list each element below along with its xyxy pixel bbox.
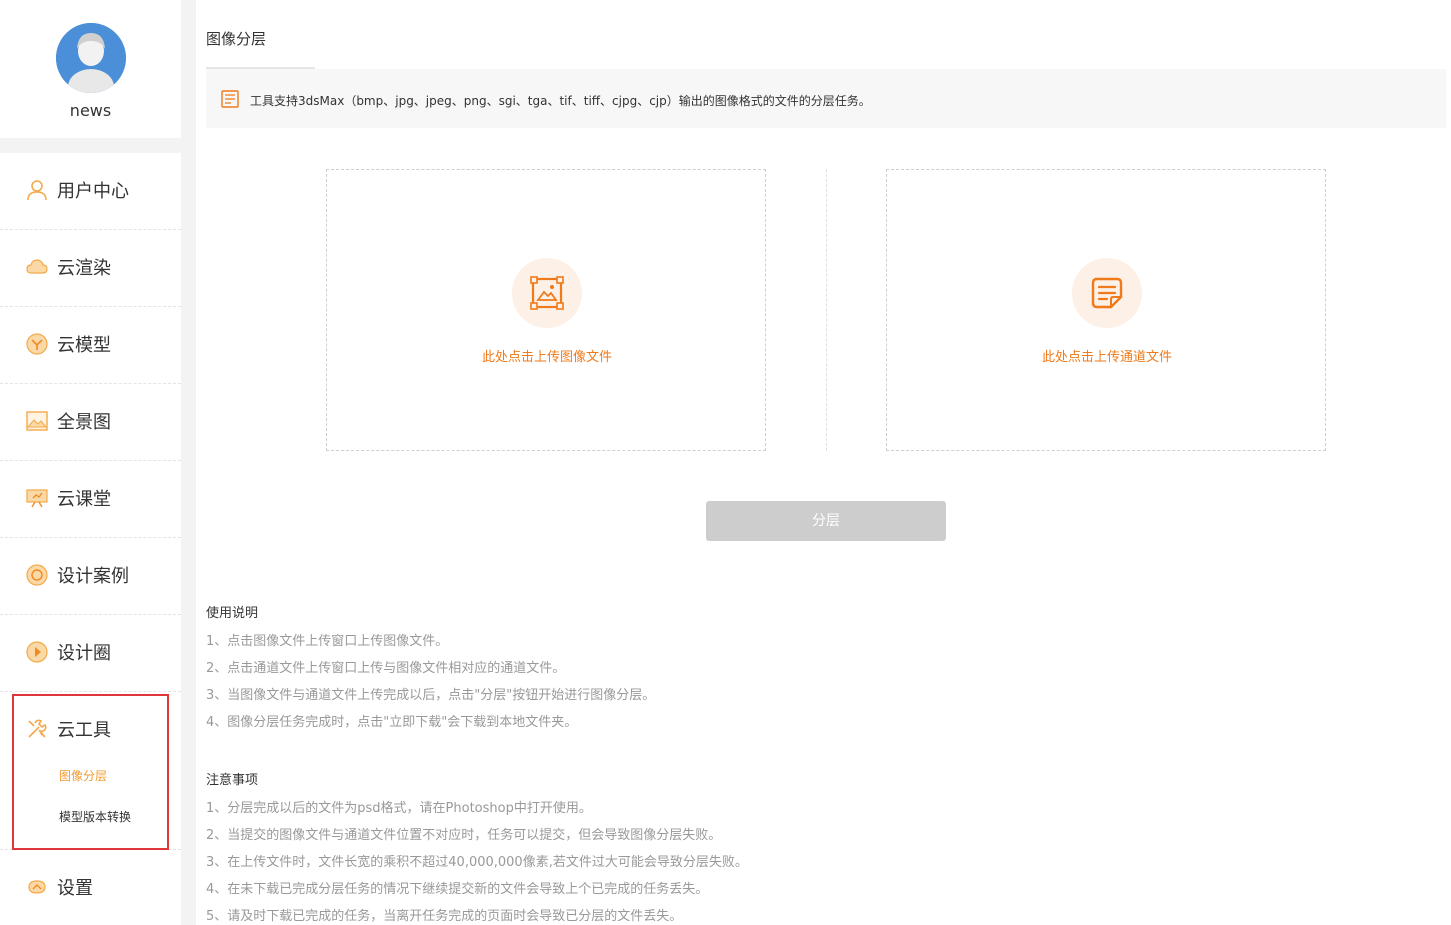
notice-icon [221,90,239,108]
sidebar-menu: 用户中心 云渲染 云模型 全景图 云课堂 设计案例 设计圈 云工具 图像分层 模… [0,153,181,925]
usage-title: 使用说明 [206,606,259,621]
sidebar: news 用户中心 云渲染 云模型 全景图 云课堂 设计案例 设计圈 云工具 图… [0,0,181,925]
avatar[interactable] [56,23,126,93]
notes-title: 注意事项 [206,773,259,788]
sidebar-item-design-cases[interactable]: 设计案例 [0,538,181,615]
app-root: news 用户中心 云渲染 云模型 全景图 云课堂 设计案例 设计圈 云工具 图… [0,0,1451,925]
sidebar-item-classroom[interactable]: 云课堂 [0,461,181,538]
sidebar-item-label: 云渲染 [57,258,111,279]
upload-image-area[interactable]: 此处点击上传图像文件 [326,169,766,451]
upload-image-label: 此处点击上传图像文件 [481,350,612,365]
sidebar-item-cloud-render[interactable]: 云渲染 [0,230,181,307]
case-icon [26,564,48,586]
username: news [69,101,112,120]
notes-line: 2、当提交的图像文件与通道文件位置不对应时，任务可以提交，但会导致图像分层失败。 [206,828,722,843]
sidebar-item-settings[interactable]: 设置 [0,850,181,925]
user-icon [27,180,47,201]
profile-card: news [0,0,181,138]
sidebar-item-label: 用户中心 [57,181,129,202]
notice-text: 工具支持3dsMax（bmp、jpg、jpeg、png、sgi、tga、tif、… [250,94,871,108]
cloud-icon [26,259,48,274]
sidebar-item-user-center[interactable]: 用户中心 [0,153,181,230]
channel-upload-icon [1091,277,1123,309]
classroom-icon [26,489,48,508]
model-icon [26,333,48,355]
upload-divider [826,169,827,451]
tools-icon[interactable] [26,718,48,740]
split-button[interactable]: 分层 [706,501,946,541]
image-upload-icon [530,276,564,310]
circle-icon [26,641,48,663]
sidebar-item-label: 全景图 [57,412,111,433]
sidebar-item-design-circle[interactable]: 设计圈 [0,615,181,692]
usage-line: 1、点击图像文件上传窗口上传图像文件。 [206,634,449,649]
settings-icon [28,880,46,894]
usage-line: 2、点击通道文件上传窗口上传与图像文件相对应的通道文件。 [206,661,566,676]
main-panel: 图像分层 工具支持3dsMax（bmp、jpg、jpeg、png、sgi、tga… [196,0,1451,925]
sidebar-subitem-image-layering[interactable]: 图像分层 [59,767,107,784]
notice-bar: 工具支持3dsMax（bmp、jpg、jpeg、png、sgi、tga、tif、… [206,69,1446,128]
user-avatar-icon [56,23,126,93]
sidebar-item-panorama[interactable]: 全景图 [0,384,181,461]
sidebar-item-label: 设计案例 [57,566,129,587]
sidebar-item-label: 设置 [57,878,93,899]
notes-line: 3、在上传文件时，文件长宽的乘积不超过40,000,000像素,若文件过大可能会… [206,855,748,870]
sidebar-item-label: 云课堂 [57,489,111,510]
upload-channel-area[interactable]: 此处点击上传通道文件 [886,169,1326,451]
usage-line: 4、图像分层任务完成时，点击"立即下载"会下载到本地文件夹。 [206,715,578,730]
sidebar-subitem-model-version-convert[interactable]: 模型版本转换 [59,808,131,825]
usage-line: 3、当图像文件与通道文件上传完成以后，点击"分层"按钮开始进行图像分层。 [206,688,656,703]
panorama-icon [26,411,48,431]
sidebar-group-cloud-tools: 云工具 图像分层 模型版本转换 [0,692,181,850]
upload-channel-label: 此处点击上传通道文件 [1041,350,1172,365]
page-title: 图像分层 [206,30,267,48]
upload-channel-icon-wrap [1072,258,1142,328]
notes-line: 1、分层完成以后的文件为psd格式，请在Photoshop中打开使用。 [206,801,592,816]
upload-image-icon-wrap [512,258,582,328]
sidebar-item-cloud-model[interactable]: 云模型 [0,307,181,384]
sidebar-item-label: 云模型 [57,335,111,356]
sidebar-item-label: 设计圈 [57,643,111,664]
sidebar-item-cloud-tools[interactable]: 云工具 [57,716,111,742]
notes-line: 5、请及时下载已完成的任务，当离开任务完成的页面时会导致已分层的文件丢失。 [206,909,683,924]
notes-line: 4、在未下载已完成分层任务的情况下继续提交新的文件会导致上个已完成的任务丢失。 [206,882,709,897]
